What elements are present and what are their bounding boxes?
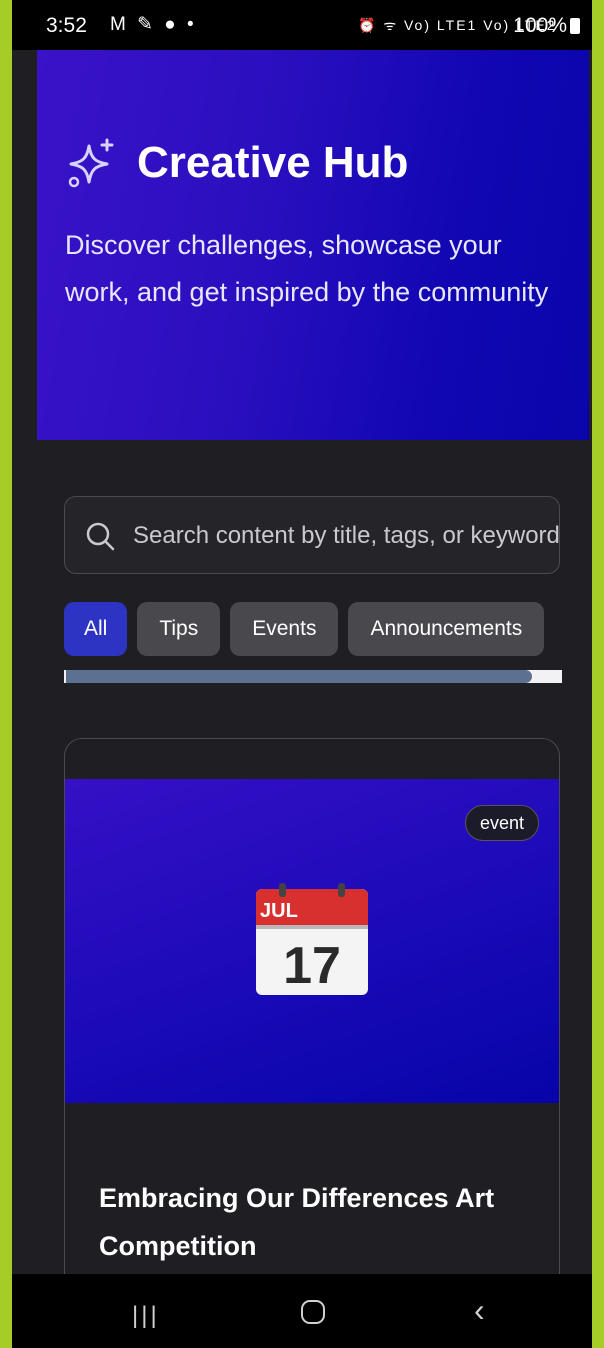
tab-all[interactable]: All [64, 602, 128, 656]
tab-tips[interactable]: Tips [137, 602, 221, 656]
hero-banner: Creative Hub Discover challenges, showca… [37, 50, 589, 440]
card-title[interactable]: Embracing Our Differences Art Competitio… [99, 1174, 539, 1270]
battery-icon [570, 18, 580, 34]
calendar-month: JUL [260, 900, 298, 922]
back-button[interactable]: ‹ [474, 1292, 485, 1329]
search-box[interactable] [64, 496, 560, 574]
content-card[interactable]: event JUL 17 Embracing Our Differences A… [64, 738, 560, 1348]
hero-description: Discover challenges, showcase your work,… [65, 230, 549, 307]
card-media: event JUL 17 [65, 779, 559, 1103]
notification-icons: M ✎ ● • [110, 14, 197, 35]
status-time: 3:52 [46, 14, 87, 37]
scrollbar-thumb[interactable] [66, 670, 532, 683]
search-icon [86, 522, 115, 551]
battery-level: 100% [513, 14, 567, 37]
filter-tabs: All Tips Events Announcements [64, 602, 562, 658]
tab-events[interactable]: Events [230, 602, 339, 656]
hero-title-row: Creative Hub [65, 136, 408, 190]
sparkle-icon [68, 138, 114, 188]
battery-indicator: 100% [513, 14, 580, 38]
tab-announcements[interactable]: Announcements [348, 602, 545, 656]
system-nav-bar: ||| ‹ [12, 1274, 592, 1348]
search-input[interactable] [133, 497, 559, 573]
calendar-day: 17 [283, 937, 341, 995]
calendar-icon: JUL 17 [256, 883, 368, 995]
phone-screen: 3:52 M ✎ ● • ⏰ ᯤ Vo) LTE1 Vo) LTE2 100% … [12, 0, 592, 1348]
filter-scrollbar[interactable] [64, 670, 562, 683]
status-bar: 3:52 M ✎ ● • ⏰ ᯤ Vo) LTE1 Vo) LTE2 100% [12, 0, 592, 50]
home-button[interactable] [301, 1300, 325, 1324]
category-badge: event [464, 805, 539, 841]
recents-button[interactable]: ||| [132, 1302, 160, 1330]
page-title: Creative Hub [137, 138, 409, 187]
